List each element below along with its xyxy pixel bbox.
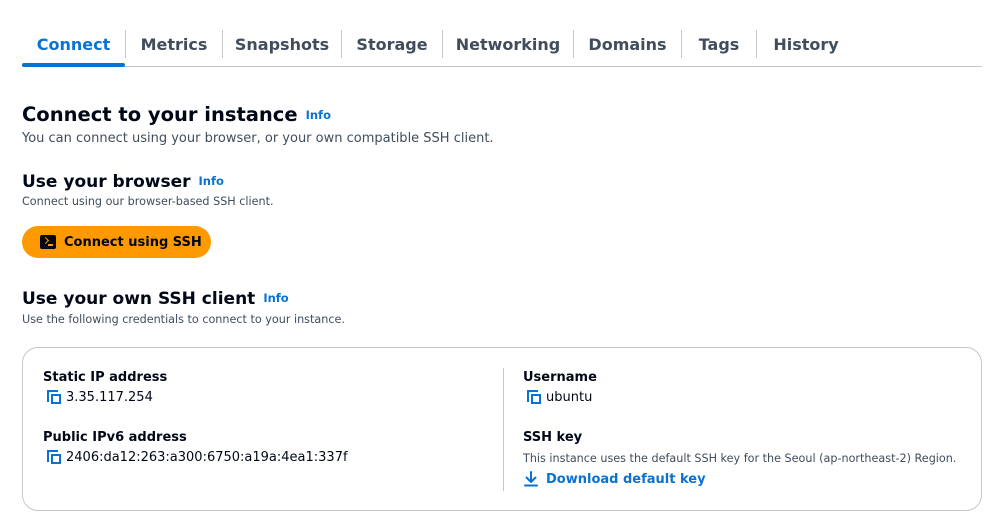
copy-icon[interactable] [46,449,62,465]
ssh-key-note: This instance uses the default SSH key f… [523,452,957,465]
tab-storage[interactable]: Storage [342,22,442,66]
ipv6-label: Public IPv6 address [43,430,187,445]
connect-ssh-button-label: Connect using SSH [64,234,202,250]
page-title: Connect to your instance Info [22,103,331,126]
download-icon [524,471,538,487]
tab-history[interactable]: History [757,22,855,66]
connect-description: You can connect using your browser, or y… [22,131,494,146]
static-ip-value: 3.35.117.254 [66,389,153,405]
username-value-row: ubuntu [526,389,592,405]
connect-ssh-button[interactable]: Connect using SSH [22,226,211,258]
ssh-client-title: Use your own SSH client [22,289,256,309]
tab-networking[interactable]: Networking [443,22,573,66]
ipv6-value-row: 2406:da12:263:a300:6750:a19a:4ea1:337f [46,449,348,465]
tab-snapshots[interactable]: Snapshots [223,22,341,66]
tab-connect[interactable]: Connect [22,22,125,67]
browser-section-title: Use your browser Info [22,172,224,192]
terminal-icon [40,235,56,249]
static-ip-value-row: 3.35.117.254 [46,389,153,405]
connect-info-link[interactable]: Info [306,108,331,122]
ssh-client-info-link[interactable]: Info [263,291,288,305]
tab-bar: Connect Metrics Snapshots Storage Networ… [22,22,982,67]
tab-tags[interactable]: Tags [682,22,756,66]
credentials-card: Static IP address 3.35.117.254 Public IP… [22,347,982,511]
username-value: ubuntu [546,389,593,405]
static-ip-label: Static IP address [43,370,168,385]
browser-title: Use your browser [22,172,191,192]
browser-description: Connect using our browser-based SSH clie… [22,195,274,208]
ssh-client-description: Use the following credentials to connect… [22,313,345,326]
ipv6-value: 2406:da12:263:a300:6750:a19a:4ea1:337f [66,449,348,465]
tab-domains[interactable]: Domains [574,22,681,66]
ssh-client-section-title: Use your own SSH client Info [22,289,289,309]
column-divider [503,368,504,491]
copy-icon[interactable] [46,389,62,405]
username-label: Username [523,370,597,385]
browser-info-link[interactable]: Info [199,174,224,188]
tab-metrics[interactable]: Metrics [126,22,222,66]
download-default-key-label: Download default key [546,471,706,487]
ssh-key-label: SSH key [523,430,583,445]
copy-icon[interactable] [526,389,542,405]
download-default-key-link[interactable]: Download default key [524,471,706,487]
connect-title: Connect to your instance [22,103,298,126]
